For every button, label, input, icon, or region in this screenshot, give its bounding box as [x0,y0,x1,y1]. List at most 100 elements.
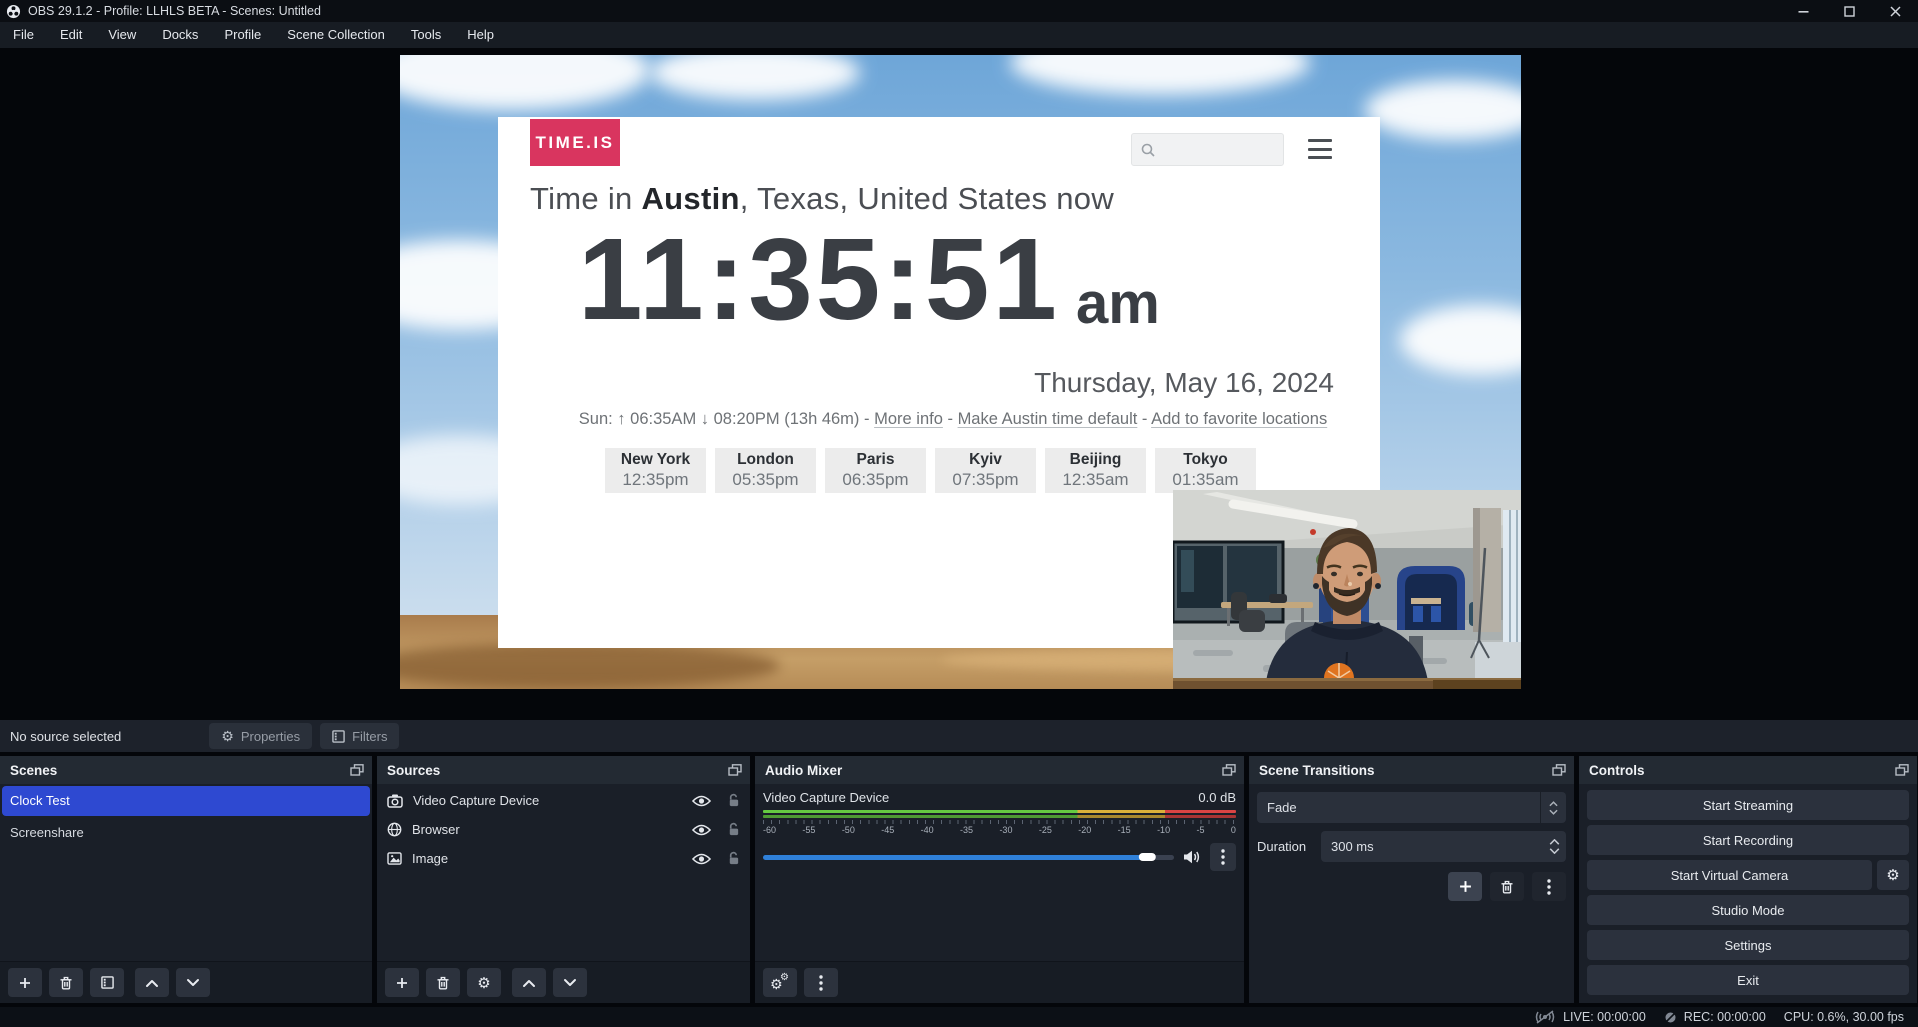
more-info-link[interactable]: More info [874,410,943,428]
sources-dock: Sources Video Capture Device Browser [377,756,750,1003]
add-scene-button[interactable] [8,968,42,997]
cpu-fps-stats: CPU: 0.6%, 30.00 fps [1784,1010,1904,1024]
transition-select[interactable]: Fade [1257,792,1566,823]
audio-mixer-menu-button[interactable] [804,968,838,997]
properties-button[interactable]: ⚙ Properties [209,723,312,749]
scene-filters-button[interactable] [90,968,124,997]
audio-channel: Video Capture Device 0.0 dB -60-55-50-45… [755,784,1244,961]
make-default-link[interactable]: Make Austin time default [958,410,1138,428]
camera-icon [387,794,403,808]
world-clock-london[interactable]: London05:35pm [715,448,816,493]
start-recording-button[interactable]: Start Recording [1587,825,1909,855]
remove-transition-button[interactable] [1490,872,1524,901]
visibility-eye-icon[interactable] [692,795,711,807]
timeis-logo[interactable]: TIME.IS [530,119,620,166]
popout-icon[interactable] [1222,764,1236,776]
world-clock-paris[interactable]: Paris06:35pm [825,448,926,493]
record-inactive-icon [1664,1011,1677,1024]
scenes-title: Scenes [10,763,57,778]
exit-button[interactable]: Exit [1587,965,1909,995]
visibility-eye-icon[interactable] [692,824,711,836]
lock-icon[interactable] [727,793,740,808]
filters-button[interactable]: Filters [320,723,399,749]
world-clock-newyork[interactable]: New York12:35pm [605,448,706,493]
audio-channel-menu-button[interactable] [1210,843,1236,871]
scenes-toolbar [0,961,372,1003]
world-clock-beijing[interactable]: Beijing12:35am [1045,448,1146,493]
scene-item-clock-test[interactable]: Clock Test [2,786,370,816]
maximize-button[interactable] [1826,0,1872,22]
globe-icon [387,822,402,837]
minimize-button[interactable] [1780,0,1826,22]
source-status-text: No source selected [10,729,121,744]
menu-edit[interactable]: Edit [47,22,95,48]
popout-icon[interactable] [728,764,742,776]
world-clock-kyiv[interactable]: Kyiv07:35pm [935,448,1036,493]
menu-view[interactable]: View [95,22,149,48]
cloud [1365,80,1521,140]
menu-scene-collection[interactable]: Scene Collection [274,22,398,48]
start-streaming-button[interactable]: Start Streaming [1587,790,1909,820]
controls-title: Controls [1589,763,1645,778]
menu-docks[interactable]: Docks [149,22,211,48]
search-input[interactable] [1131,133,1284,166]
lock-icon[interactable] [727,851,740,866]
cloud [1400,305,1521,375]
sources-title: Sources [387,763,440,778]
move-source-down-button[interactable] [553,968,587,997]
advanced-audio-properties-button[interactable]: ⚙⚙ [763,968,797,997]
gear-icon: ⚙ [1886,866,1899,884]
add-transition-button[interactable] [1448,872,1482,901]
menu-file[interactable]: File [0,22,47,48]
remove-scene-button[interactable] [49,968,83,997]
remove-source-button[interactable] [426,968,460,997]
add-favorite-link[interactable]: Add to favorite locations [1151,410,1327,428]
source-row-image[interactable]: Image [377,844,750,873]
duration-input[interactable]: 300 ms [1321,831,1566,862]
meter-scale: -60-55-50-45-40-35-30-25-20-15-10-50 [763,825,1236,835]
source-properties-button[interactable]: ⚙ [467,968,501,997]
hamburger-menu-icon[interactable] [1308,139,1332,159]
menu-help[interactable]: Help [454,22,507,48]
stream-inactive-icon [1534,1010,1556,1024]
popout-icon[interactable] [1895,764,1909,776]
move-scene-down-button[interactable] [176,968,210,997]
close-button[interactable] [1872,0,1918,22]
world-clocks: New York12:35pm London05:35pm Paris06:35… [605,448,1256,493]
spin-down-icon[interactable] [1549,848,1560,854]
controls-dock: Controls Start Streaming Start Recording… [1579,756,1917,1003]
menu-profile[interactable]: Profile [211,22,274,48]
add-source-button[interactable] [385,968,419,997]
meter-tick-marks [763,820,1236,824]
start-virtual-camera-button[interactable]: Start Virtual Camera [1587,860,1872,890]
dock-area: Scenes Clock Test Screenshare Sources [0,756,1917,1003]
move-scene-up-button[interactable] [135,968,169,997]
studio-mode-button[interactable]: Studio Mode [1587,895,1909,925]
popout-icon[interactable] [1552,764,1566,776]
lock-icon[interactable] [727,822,740,837]
world-clock-tokyo[interactable]: Tokyo01:35am [1155,448,1256,493]
transition-menu-button[interactable] [1532,872,1566,901]
clock-ampm: am [1076,275,1160,333]
preview-canvas: TIME.IS Time in Austin, Texas, United St… [0,48,1918,720]
audio-mixer-dock: Audio Mixer Video Capture Device 0.0 dB … [755,756,1244,1003]
visibility-eye-icon[interactable] [692,853,711,865]
scene-item-screenshare[interactable]: Screenshare [2,818,370,848]
virtual-camera-settings-button[interactable]: ⚙ [1877,860,1909,890]
move-source-up-button[interactable] [512,968,546,997]
speaker-icon[interactable] [1183,850,1201,864]
program-preview[interactable]: TIME.IS Time in Austin, Texas, United St… [400,55,1521,689]
scenes-list: Clock Test Screenshare [0,784,372,961]
spin-up-icon[interactable] [1549,839,1560,845]
double-gear-icon: ⚙⚙ [770,974,790,992]
menu-tools[interactable]: Tools [398,22,454,48]
window-title: OBS 29.1.2 - Profile: LLHLS BETA - Scene… [28,4,321,18]
volume-slider[interactable] [763,855,1174,860]
volume-slider-handle[interactable] [1139,853,1156,861]
popout-icon[interactable] [350,764,364,776]
settings-button[interactable]: Settings [1587,930,1909,960]
source-row-browser[interactable]: Browser [377,815,750,844]
audio-channel-name: Video Capture Device [763,790,889,805]
source-row-video-capture[interactable]: Video Capture Device [377,786,750,815]
audio-mixer-toolbar: ⚙⚙ [755,961,1244,1003]
